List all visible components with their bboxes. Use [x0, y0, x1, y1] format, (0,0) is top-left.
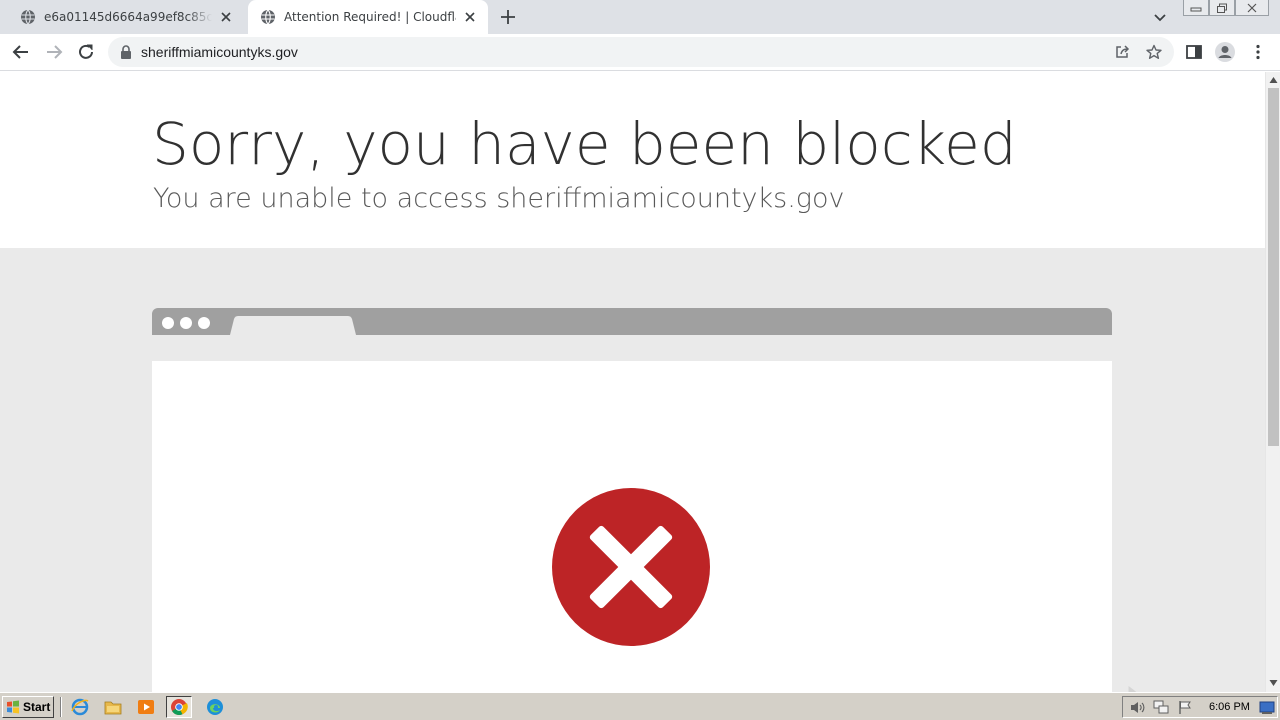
tab-inactive[interactable]: e6a01145d6664a99ef8c85c5d0a78f — [8, 0, 244, 34]
star-bookmark-icon[interactable] — [1146, 44, 1162, 60]
chrome-icon — [171, 699, 188, 715]
folder-icon[interactable] — [104, 698, 122, 716]
anyrun-watermark-logo: ANY RUN — [1038, 685, 1234, 692]
restore-button[interactable] — [1209, 0, 1235, 16]
taskbar-clock[interactable]: 6:06 PM — [1209, 701, 1250, 713]
tab-title: e6a01145d6664a99ef8c85c5d0a78f — [44, 10, 212, 24]
windows-taskbar: Start 6:06 PM — [0, 692, 1280, 720]
back-arrow-icon[interactable] — [11, 42, 31, 62]
volume-icon[interactable] — [1129, 700, 1145, 715]
page-subtitle: You are unable to access sheriffmiamicou… — [153, 183, 845, 214]
media-player-icon[interactable] — [137, 698, 155, 716]
scroll-down-arrow-icon[interactable] — [1269, 679, 1278, 687]
chrome-taskbar-button[interactable] — [166, 696, 192, 718]
page-header: Sorry, you have been blocked You are una… — [0, 72, 1265, 248]
new-tab-plus-icon[interactable] — [499, 8, 517, 26]
browser-toolbar: sheriffmiamicountyks.gov — [0, 34, 1280, 71]
network-icon[interactable] — [1153, 700, 1169, 715]
windows-flag-icon — [7, 700, 19, 714]
share-icon[interactable] — [1114, 44, 1130, 60]
taskbar-separator — [60, 697, 62, 717]
profile-avatar-icon[interactable] — [1214, 41, 1236, 63]
start-button[interactable]: Start — [2, 696, 54, 718]
side-panel-icon[interactable] — [1185, 43, 1203, 61]
system-tray: 6:06 PM — [1122, 696, 1278, 718]
close-tab-icon[interactable] — [462, 9, 478, 25]
lock-icon[interactable] — [120, 45, 132, 59]
reload-icon[interactable] — [76, 42, 96, 62]
minimize-button[interactable] — [1183, 0, 1209, 16]
show-desktop-icon[interactable] — [1259, 700, 1275, 715]
flag-icon[interactable] — [1177, 700, 1193, 715]
close-window-button[interactable] — [1235, 0, 1269, 16]
tab-active[interactable]: Attention Required! | Cloudflare — [248, 0, 488, 34]
tab-strip: e6a01145d6664a99ef8c85c5d0a78f Attention… — [0, 0, 1280, 34]
tab-title: Attention Required! | Cloudflare — [284, 10, 456, 24]
browser-illustration-body — [152, 361, 1112, 692]
close-icon — [1247, 3, 1257, 12]
page-viewport: Sorry, you have been blocked You are una… — [0, 72, 1265, 692]
minimize-icon — [1190, 7, 1202, 11]
window-dot — [198, 317, 210, 329]
close-tab-icon[interactable] — [218, 9, 234, 25]
start-label: Start — [23, 700, 51, 714]
vertical-scrollbar[interactable] — [1265, 72, 1280, 692]
illustration-tab-shape — [230, 316, 356, 335]
kebab-menu-icon[interactable] — [1249, 43, 1267, 61]
window-dot — [180, 317, 192, 329]
restore-icon — [1217, 3, 1227, 13]
forward-arrow-icon[interactable] — [44, 42, 64, 62]
page-title: Sorry, you have been blocked — [152, 110, 1017, 178]
url-text[interactable]: sheriffmiamicountyks.gov — [141, 44, 298, 60]
browser-illustration-bar — [152, 308, 1112, 335]
globe-icon — [21, 9, 35, 25]
x-circle-icon — [552, 488, 710, 646]
chevron-down-icon[interactable] — [1152, 9, 1168, 25]
globe-icon — [261, 9, 275, 25]
edge-icon[interactable] — [206, 698, 224, 716]
window-dot — [162, 317, 174, 329]
address-bar[interactable]: sheriffmiamicountyks.gov — [108, 37, 1174, 67]
scrollbar-thumb[interactable] — [1268, 88, 1279, 446]
internet-explorer-icon[interactable] — [71, 698, 89, 716]
scroll-up-arrow-icon[interactable] — [1269, 76, 1278, 84]
